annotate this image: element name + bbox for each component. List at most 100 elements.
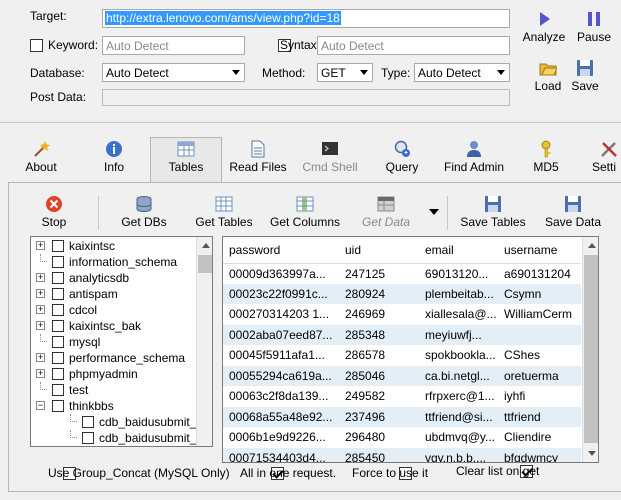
table-row[interactable]: 00055294ca619a... 285046 ca.bi.netgl... ore… [223, 365, 581, 386]
tree-item-checkbox[interactable] [82, 432, 94, 444]
keyword-input[interactable]: Auto Detect [102, 36, 245, 55]
postdata-input[interactable] [102, 89, 510, 106]
collapse-icon[interactable]: − [36, 401, 45, 410]
stop-button[interactable]: Stop [34, 195, 74, 229]
data-grid[interactable]: password uid email username 00009d363997a..… [222, 236, 599, 463]
tab-settings[interactable]: Setti [592, 140, 621, 174]
grid-scroll-thumb[interactable] [584, 255, 598, 443]
scroll-down-icon[interactable] [583, 445, 598, 462]
pause-button[interactable]: Pause [574, 10, 614, 44]
table-row[interactable]: 00071534403d4... 285450 vgy.n.b.b.... bfgdw… [223, 447, 581, 462]
get-data-dropdown-icon[interactable] [429, 209, 439, 215]
expand-icon[interactable]: + [36, 369, 45, 378]
get-data-button[interactable]: Get Data [356, 195, 416, 229]
tree-item[interactable]: cdb_baidusubmit_sitem [31, 430, 212, 446]
query-icon [394, 140, 410, 157]
table-row[interactable]: 0002aba07eed87... 285348 meyiuwfj... [223, 324, 581, 345]
tree-item-checkbox[interactable] [52, 256, 64, 268]
get-columns-button[interactable]: Get Columns [266, 195, 344, 229]
tree-item-checkbox[interactable] [52, 272, 64, 284]
column-header-uid[interactable]: uid [339, 237, 419, 264]
tree-item[interactable]: + kaixintsc [31, 238, 197, 254]
floppy-icon [485, 196, 501, 212]
tree-item-checkbox[interactable] [52, 336, 64, 348]
tree-item[interactable]: mysql [31, 334, 197, 350]
tree-item[interactable]: + phpmyadmin [31, 366, 197, 382]
tree-item[interactable]: + antispam [31, 286, 197, 302]
tab-info[interactable]: Info [96, 140, 132, 174]
expand-icon[interactable]: + [36, 289, 45, 298]
table-row[interactable]: 00068a55a48e92... 237496 ttfriend@si... ttf… [223, 406, 581, 427]
tree-item-checkbox[interactable] [82, 416, 94, 428]
load-label: Load [534, 79, 562, 93]
method-select[interactable]: GET [317, 63, 373, 82]
keyword-checkbox[interactable] [30, 39, 43, 52]
tree-item-checkbox[interactable] [52, 304, 64, 316]
tree-item-label: mysql [69, 335, 101, 349]
table-row[interactable]: 00009d363997a... 247125 69013120... a690131… [223, 263, 581, 284]
tab-query[interactable]: Query [380, 140, 424, 174]
tab-tables[interactable]: Tables [150, 137, 222, 182]
table-row[interactable]: 00023c22f0991c... 280924 plembeitab... Csym… [223, 283, 581, 304]
database-icon [136, 196, 152, 212]
all-in-one-label: All in one request. [240, 466, 337, 480]
table-row[interactable]: 000270314203 1... 246969 xiallesala@... Wil… [223, 304, 581, 325]
scroll-up-icon[interactable] [197, 237, 212, 254]
tree-item[interactable]: + cdcol [31, 302, 197, 318]
scroll-up-icon[interactable] [583, 237, 598, 254]
save-data-button[interactable]: Save Data [542, 195, 604, 229]
expand-icon[interactable]: + [36, 273, 45, 282]
tab-md5[interactable]: MD5 [528, 140, 564, 174]
expand-icon[interactable]: + [36, 353, 45, 362]
save-button[interactable]: Save [568, 59, 602, 93]
get-dbs-button[interactable]: Get DBs [116, 195, 172, 229]
tab-find-admin[interactable]: Find Admin [440, 140, 508, 174]
tab-cmd-shell[interactable]: Cmd Shell [298, 140, 362, 174]
tree-item-checkbox[interactable] [52, 320, 64, 332]
table-row[interactable]: 0006b1e9d9226... 296480 ubdmvq@y... Cliendi… [223, 427, 581, 448]
table-cell: 285450 [339, 447, 419, 462]
table-cell: CShes [504, 348, 541, 363]
tree-item[interactable]: + analyticsdb [31, 270, 197, 286]
table-cell: a690131204 [504, 266, 571, 281]
expand-icon[interactable]: + [36, 305, 45, 314]
save-tables-button[interactable]: Save Tables [456, 195, 530, 229]
column-header-email[interactable]: email [419, 237, 498, 264]
database-tree[interactable]: + kaixintsc information_schema + analyticsdb… [30, 236, 213, 447]
get-tables-button[interactable]: Get Tables [190, 195, 258, 229]
target-input[interactable]: http://extra.lenovo.com/ams/view.php?id=… [102, 9, 510, 28]
type-select[interactable]: Auto Detect [414, 63, 510, 82]
tree-item-checkbox[interactable] [52, 384, 64, 396]
tree-scrollbar[interactable] [196, 237, 212, 446]
tab-read-files[interactable]: Read Files [226, 140, 290, 174]
tree-item[interactable]: − thinkbbs [31, 398, 197, 414]
tree-item-checkbox[interactable] [52, 368, 64, 380]
column-header-username[interactable]: username [498, 237, 581, 264]
type-label: Type: [381, 66, 411, 80]
tree-item[interactable]: information_schema [31, 254, 197, 270]
tree-item-checkbox[interactable] [52, 240, 64, 252]
tree-item[interactable]: cdb_baidusubmit_settin [31, 414, 212, 430]
method-label: Method: [262, 66, 306, 80]
expand-icon[interactable]: + [36, 241, 45, 250]
database-select[interactable]: Auto Detect [102, 63, 245, 82]
tree-item-checkbox[interactable] [52, 288, 64, 300]
column-header-password[interactable]: password [223, 237, 339, 264]
expand-icon[interactable]: + [36, 321, 45, 330]
table-row[interactable]: 00045f5911afa1... 286578 spokbookla... CShe… [223, 345, 581, 366]
tree-item[interactable]: + performance_schema [31, 350, 197, 366]
table-row[interactable]: 00063c2f8da139... 249582 rfrpxerc@1... iyhf… [223, 386, 581, 407]
analyze-button[interactable]: Analyze [520, 10, 568, 44]
tree-item[interactable]: test [31, 382, 197, 398]
stop-label: Stop [41, 215, 67, 229]
load-button[interactable]: Load [528, 59, 568, 93]
wand-icon [34, 141, 50, 157]
tab-about[interactable]: About [18, 140, 64, 174]
tree-item-checkbox[interactable] [52, 400, 64, 412]
tree-scroll-thumb[interactable] [198, 255, 212, 273]
tree-item[interactable]: + kaixintsc_bak [31, 318, 197, 334]
tree-item-checkbox[interactable] [52, 352, 64, 364]
grid-scrollbar[interactable] [582, 237, 598, 462]
syntax-input[interactable]: Auto Detect [317, 36, 510, 55]
tree-item-label: analyticsdb [69, 271, 130, 285]
